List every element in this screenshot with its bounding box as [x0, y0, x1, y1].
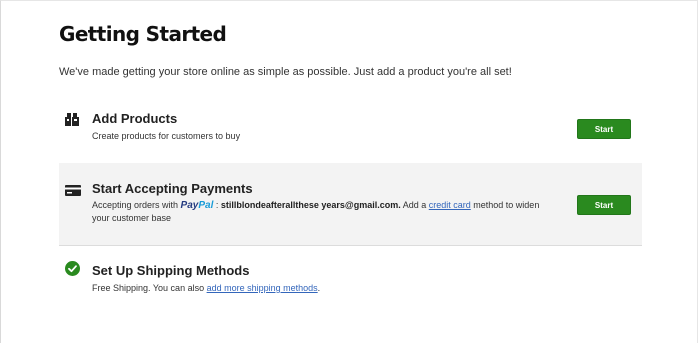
start-add-products-button[interactable]: Start	[577, 119, 631, 139]
add-shipping-methods-link[interactable]: add more shipping methods	[207, 283, 318, 293]
step-add-products: Add Products Create products for custome…	[59, 100, 642, 162]
credit-card-link[interactable]: credit card	[429, 200, 471, 210]
step-title: Start Accepting Payments	[92, 181, 253, 196]
step-shipping-methods: Set Up Shipping Methods Free Shipping. Y…	[59, 246, 642, 316]
description-prefix: Accepting orders with	[92, 200, 181, 210]
paypal-email: stillblondeafterallthese years@gmail.com…	[220, 200, 401, 210]
step-accept-payments: Start Accepting Payments Accepting order…	[59, 163, 642, 245]
description-mid: Add a	[400, 200, 429, 210]
page-title: Getting Started	[59, 22, 227, 46]
step-description: Free Shipping. You can also add more shi…	[92, 282, 320, 295]
start-payments-button[interactable]: Start	[577, 195, 631, 215]
check-circle-icon	[65, 261, 80, 281]
step-description: Accepting orders with PayPal : stillblon…	[92, 199, 552, 225]
page-subtitle: We've made getting your store online as …	[59, 66, 512, 78]
credit-card-icon	[65, 183, 81, 201]
paypal-logo: PayPal	[180, 200, 214, 211]
step-title: Set Up Shipping Methods	[92, 263, 250, 278]
description-prefix: Free Shipping. You can also	[92, 283, 207, 293]
separator: :	[213, 200, 221, 210]
boxes-icon	[65, 113, 79, 131]
description-suffix: .	[317, 283, 321, 293]
step-description: Create products for customers to buy	[92, 131, 241, 141]
step-title: Add Products	[92, 111, 178, 126]
